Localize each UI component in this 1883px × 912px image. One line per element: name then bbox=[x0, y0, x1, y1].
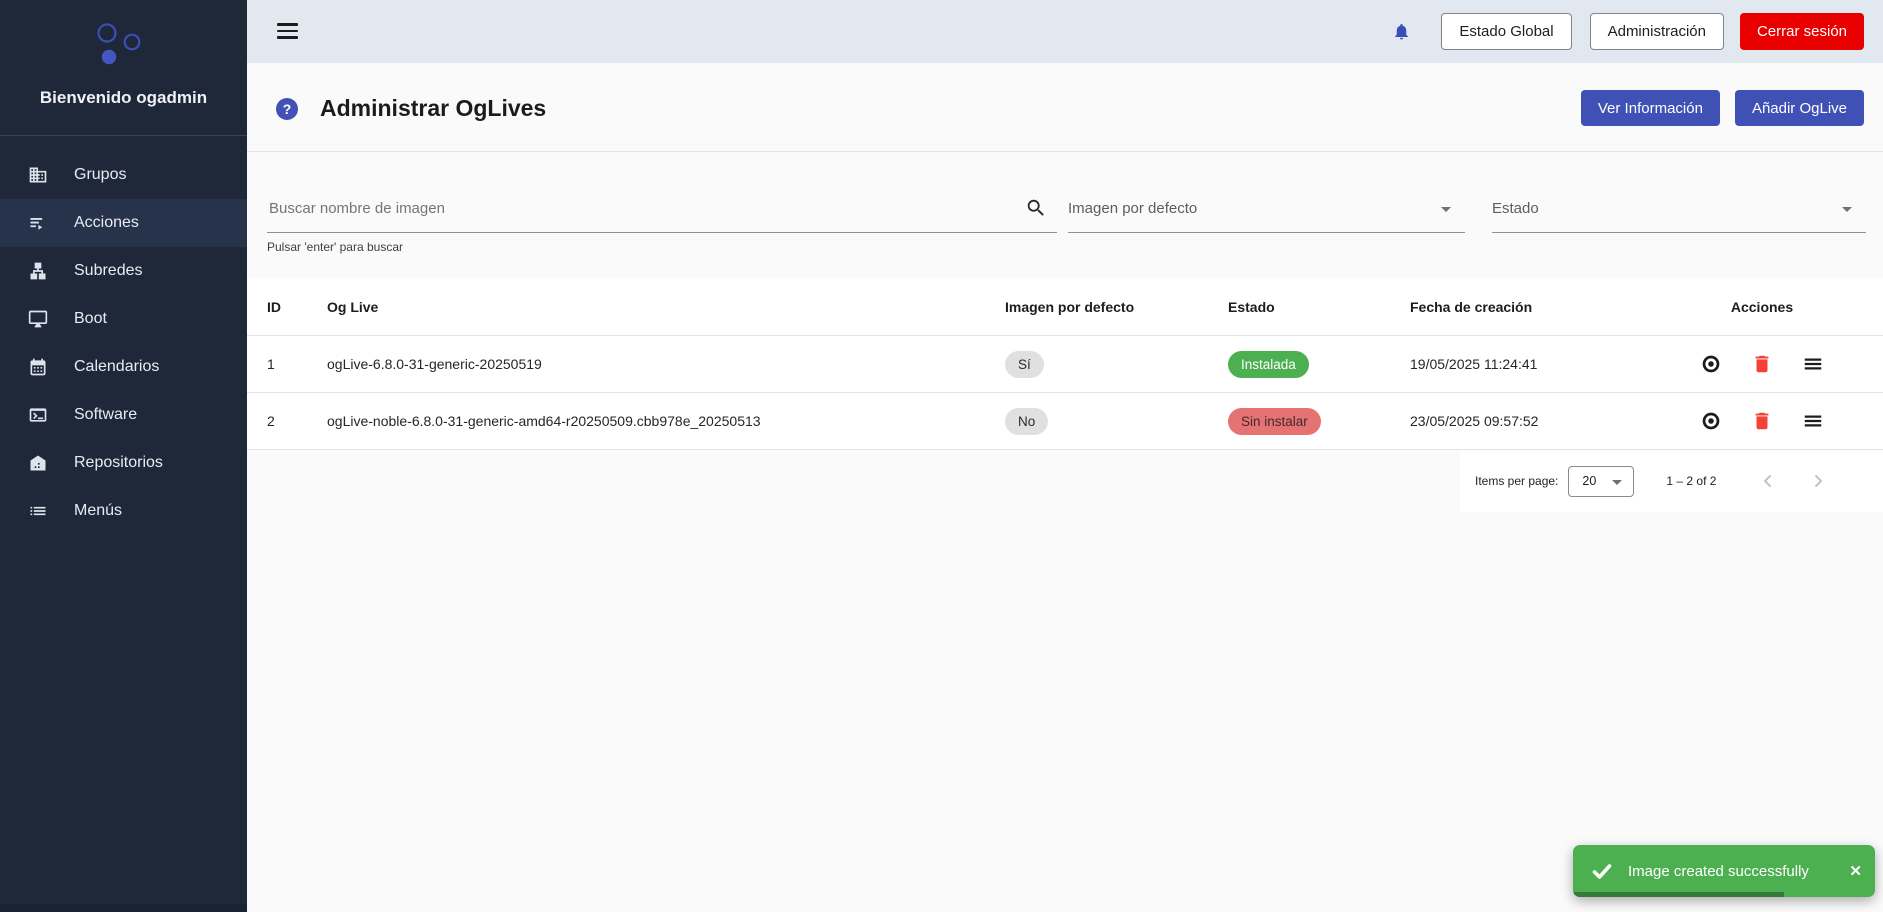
ver-informacion-button[interactable]: Ver Información bbox=[1581, 90, 1720, 126]
row-id: 2 bbox=[267, 413, 327, 429]
table-header-row: ID Og Live Imagen por defecto Estado Fec… bbox=[247, 278, 1883, 336]
help-icon[interactable]: ? bbox=[276, 98, 298, 120]
view-eye-icon[interactable] bbox=[1700, 410, 1722, 432]
welcome-text: Bienvenido ogadmin bbox=[0, 88, 247, 108]
administracion-button[interactable]: Administración bbox=[1590, 13, 1724, 50]
storage-icon bbox=[28, 453, 48, 473]
notifications-bell-icon[interactable] bbox=[1392, 21, 1411, 42]
row-menu-icon[interactable] bbox=[1802, 353, 1824, 375]
row-id: 1 bbox=[267, 356, 327, 372]
estado-filter-label: Estado bbox=[1492, 200, 1539, 217]
sidebar-item-label: Menús bbox=[74, 502, 122, 520]
sidebar-item-calendarios[interactable]: Calendarios bbox=[0, 343, 247, 391]
sidebar-item-label: Subredes bbox=[74, 262, 143, 280]
menu-toggle-button[interactable] bbox=[277, 23, 298, 39]
col-header-fecha: Fecha de creación bbox=[1410, 299, 1687, 315]
sidebar-nav: Grupos Acciones Subredes Boot bbox=[0, 151, 247, 535]
sidebar: Bienvenido ogadmin Grupos Acciones Subre… bbox=[0, 0, 247, 912]
success-toast: Image created successfully ✕ bbox=[1573, 845, 1875, 897]
items-per-page-label: Items per page: bbox=[1475, 474, 1558, 488]
check-icon bbox=[1590, 859, 1614, 883]
default-chip: Sí bbox=[1005, 351, 1044, 378]
next-page-icon[interactable] bbox=[1806, 469, 1830, 493]
col-header-default: Imagen por defecto bbox=[1005, 299, 1228, 315]
row-actions bbox=[1687, 353, 1837, 375]
sidebar-item-acciones[interactable]: Acciones bbox=[0, 199, 247, 247]
chevron-down-icon bbox=[1612, 480, 1622, 485]
calendar-icon bbox=[28, 357, 48, 377]
sidebar-item-label: Calendarios bbox=[74, 358, 159, 376]
toast-message: Image created successfully bbox=[1628, 863, 1809, 880]
page-title: Administrar OgLives bbox=[320, 95, 546, 122]
cerrar-sesion-button[interactable]: Cerrar sesión bbox=[1740, 13, 1864, 50]
delete-trash-icon[interactable] bbox=[1751, 410, 1773, 432]
row-actions bbox=[1687, 410, 1837, 432]
row-created-date: 19/05/2025 11:24:41 bbox=[1410, 356, 1687, 372]
sidebar-item-label: Grupos bbox=[74, 166, 126, 184]
monitor-icon bbox=[28, 309, 48, 329]
delete-trash-icon[interactable] bbox=[1751, 353, 1773, 375]
col-header-estado: Estado bbox=[1228, 299, 1410, 315]
opengnsys-logo bbox=[0, 18, 247, 70]
col-header-id: ID bbox=[267, 299, 327, 315]
view-eye-icon[interactable] bbox=[1700, 353, 1722, 375]
estado-global-button[interactable]: Estado Global bbox=[1441, 13, 1571, 50]
list-icon bbox=[28, 501, 48, 521]
sidebar-item-repositorios[interactable]: Repositorios bbox=[0, 439, 247, 487]
page-header-actions: Ver Información Añadir OgLive bbox=[1581, 90, 1864, 126]
search-field bbox=[267, 185, 1057, 233]
default-chip: No bbox=[1005, 408, 1048, 435]
oglives-table: ID Og Live Imagen por defecto Estado Fec… bbox=[247, 278, 1883, 450]
sort-icon bbox=[28, 213, 48, 233]
row-menu-icon[interactable] bbox=[1802, 410, 1824, 432]
topbar-actions: Estado Global Administración Cerrar sesi… bbox=[1392, 13, 1864, 50]
estado-filter-select[interactable]: Estado bbox=[1492, 185, 1866, 233]
building-icon bbox=[28, 165, 48, 185]
table-row: 2 ogLive-noble-6.8.0-31-generic-amd64-r2… bbox=[247, 393, 1883, 450]
anadir-oglive-button[interactable]: Añadir OgLive bbox=[1735, 90, 1864, 126]
status-badge: Instalada bbox=[1228, 351, 1309, 378]
sidebar-divider bbox=[0, 135, 247, 136]
paginator: Items per page: 20 1 – 2 of 2 bbox=[1460, 450, 1883, 512]
table-row: 1 ogLive-6.8.0-31-generic-20250519 Sí In… bbox=[247, 336, 1883, 393]
sidebar-item-grupos[interactable]: Grupos bbox=[0, 151, 247, 199]
search-icon[interactable] bbox=[1025, 197, 1047, 219]
col-header-oglive: Og Live bbox=[327, 299, 1005, 315]
items-per-page-select[interactable]: 20 bbox=[1568, 466, 1634, 497]
chevron-down-icon bbox=[1441, 207, 1451, 212]
network-icon bbox=[28, 261, 48, 281]
sidebar-item-subredes[interactable]: Subredes bbox=[0, 247, 247, 295]
sidebar-item-label: Boot bbox=[74, 310, 107, 328]
row-oglive-name: ogLive-6.8.0-31-generic-20250519 bbox=[327, 356, 1005, 372]
toast-progress-bar bbox=[1573, 892, 1784, 897]
close-icon[interactable]: ✕ bbox=[1849, 862, 1862, 880]
items-per-page-value: 20 bbox=[1582, 474, 1596, 488]
filters-bar: Pulsar 'enter' para buscar Imagen por de… bbox=[247, 152, 1883, 278]
app-root: Bienvenido ogadmin Grupos Acciones Subre… bbox=[0, 0, 1883, 912]
search-hint: Pulsar 'enter' para buscar bbox=[267, 240, 403, 254]
status-badge: Sin instalar bbox=[1228, 408, 1321, 435]
page-header: ? Administrar OgLives Ver Información Añ… bbox=[247, 63, 1883, 152]
sidebar-item-label: Repositorios bbox=[74, 454, 163, 472]
sidebar-item-boot[interactable]: Boot bbox=[0, 295, 247, 343]
chevron-down-icon bbox=[1842, 207, 1852, 212]
default-image-filter-select[interactable]: Imagen por defecto bbox=[1068, 185, 1465, 233]
paginator-range: 1 – 2 of 2 bbox=[1666, 474, 1716, 488]
sidebar-item-label: Acciones bbox=[74, 214, 139, 232]
topbar: Estado Global Administración Cerrar sesi… bbox=[247, 0, 1883, 63]
sidebar-item-label: Software bbox=[74, 406, 137, 424]
search-input[interactable] bbox=[267, 185, 1007, 231]
row-created-date: 23/05/2025 09:57:52 bbox=[1410, 413, 1687, 429]
sidebar-item-software[interactable]: Software bbox=[0, 391, 247, 439]
sidebar-footer-strip bbox=[0, 904, 247, 912]
previous-page-icon[interactable] bbox=[1756, 469, 1780, 493]
col-header-acciones: Acciones bbox=[1687, 299, 1837, 315]
row-oglive-name: ogLive-noble-6.8.0-31-generic-amd64-r202… bbox=[327, 413, 1005, 429]
sidebar-item-menus[interactable]: Menús bbox=[0, 487, 247, 535]
default-image-filter-label: Imagen por defecto bbox=[1068, 200, 1197, 217]
terminal-icon bbox=[28, 405, 48, 425]
